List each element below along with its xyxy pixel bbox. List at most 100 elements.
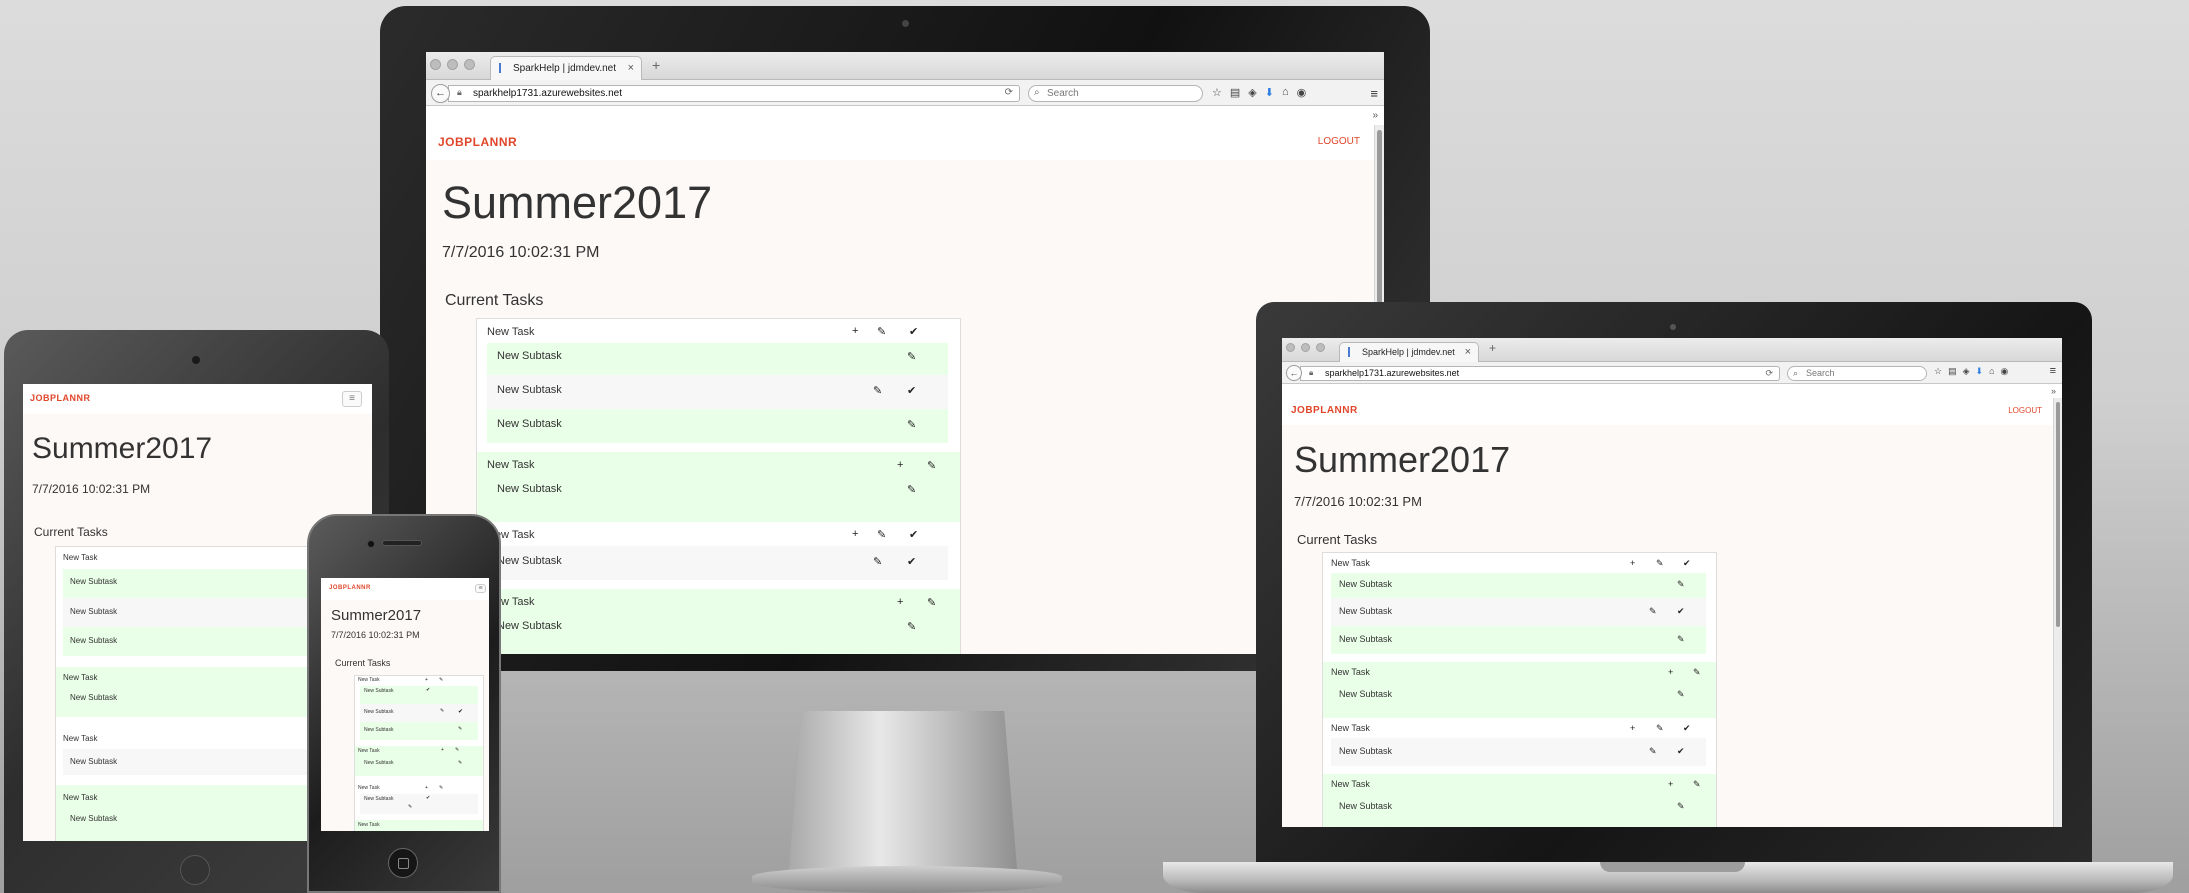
subtask-row[interactable]: New Subtask ✎ ✔ bbox=[360, 704, 478, 722]
subtask-row[interactable]: New Subtask ✎ bbox=[360, 722, 478, 740]
logout-link[interactable]: LOGOUT bbox=[2008, 406, 2042, 415]
subtask-row[interactable]: New Subtask ✎ ✔ bbox=[487, 375, 948, 409]
check-icon[interactable]: ✔ bbox=[907, 384, 916, 397]
chat-icon[interactable]: ◉ bbox=[2001, 366, 2009, 377]
edit-icon[interactable]: ✎ bbox=[873, 384, 882, 397]
task-row[interactable]: New Task + ✎ bbox=[355, 784, 483, 794]
subtask-row[interactable]: New Subtask ✎ bbox=[487, 343, 948, 375]
back-icon[interactable]: ← bbox=[431, 84, 450, 103]
check-icon[interactable]: ✔ bbox=[909, 325, 918, 338]
add-icon[interactable]: + bbox=[897, 596, 903, 608]
edit-icon[interactable]: ✎ bbox=[907, 418, 916, 431]
subtask-row[interactable]: New Subtask ✎ ✔ bbox=[487, 546, 948, 580]
check-icon[interactable]: ✔ bbox=[426, 687, 430, 693]
subtask-row[interactable]: New Subtask bbox=[63, 807, 339, 831]
brand-logo[interactable]: JOBPLANNR bbox=[30, 393, 91, 403]
hamburger-icon[interactable]: ≡ bbox=[342, 391, 362, 407]
add-icon[interactable]: + bbox=[441, 747, 444, 753]
subtask-row[interactable]: New Subtask ✎ ✔ bbox=[1331, 738, 1706, 766]
phone-home-button[interactable] bbox=[388, 848, 418, 878]
scrollbar[interactable] bbox=[2053, 398, 2062, 827]
subtask-row[interactable]: New Subtask ✔ ✎ bbox=[360, 794, 478, 814]
check-icon[interactable]: ✔ bbox=[426, 795, 430, 801]
overflow-icon[interactable]: » bbox=[2051, 386, 2056, 396]
edit-icon[interactable]: ✎ bbox=[1649, 606, 1657, 617]
star-icon[interactable]: ☆ bbox=[1934, 366, 1942, 377]
edit-icon[interactable]: ✎ bbox=[1677, 634, 1685, 645]
overflow-icon[interactable]: » bbox=[1372, 110, 1378, 121]
check-icon[interactable]: ✔ bbox=[458, 708, 463, 715]
add-icon[interactable]: + bbox=[1630, 723, 1635, 733]
tab-close-icon[interactable]: × bbox=[1465, 346, 1471, 358]
subtask-row[interactable]: New Subtask bbox=[63, 685, 339, 711]
add-icon[interactable]: + bbox=[1630, 558, 1635, 568]
task-row[interactable]: New Task + bbox=[56, 727, 339, 749]
star-icon[interactable]: ☆ bbox=[1212, 86, 1222, 99]
check-icon[interactable]: ✔ bbox=[1683, 558, 1691, 569]
brand-logo[interactable]: JOBPLANNR bbox=[329, 585, 371, 591]
home-icon[interactable]: ⌂ bbox=[1282, 86, 1289, 99]
add-icon[interactable]: + bbox=[897, 459, 903, 471]
add-icon[interactable]: + bbox=[1668, 779, 1673, 789]
edit-icon[interactable]: ✎ bbox=[877, 528, 886, 541]
brand-logo[interactable]: JOBPLANNR bbox=[1291, 405, 1358, 416]
add-icon[interactable]: + bbox=[425, 785, 428, 791]
search-input[interactable]: ⌕ Search bbox=[1028, 85, 1203, 102]
task-row[interactable]: New Task + ✎ ✔ bbox=[477, 319, 960, 343]
clipboard-icon[interactable]: ▤ bbox=[1230, 86, 1240, 99]
clipboard-icon[interactable]: ▤ bbox=[1948, 366, 1957, 377]
subtask-row[interactable]: New Subtask bbox=[63, 598, 339, 627]
add-icon[interactable]: + bbox=[852, 528, 858, 540]
task-row[interactable]: New Task + ✎ ✔ bbox=[1323, 553, 1716, 573]
edit-icon[interactable]: ✎ bbox=[455, 747, 459, 753]
reload-icon[interactable]: ⟳ bbox=[1765, 368, 1773, 379]
subtask-row[interactable]: New Subtask ✎ bbox=[1331, 626, 1706, 654]
add-icon[interactable]: + bbox=[852, 325, 858, 337]
tab-close-icon[interactable]: × bbox=[628, 62, 634, 74]
edit-icon[interactable]: ✎ bbox=[1649, 746, 1657, 757]
edit-icon[interactable]: ✎ bbox=[1693, 667, 1701, 678]
window-controls[interactable] bbox=[430, 59, 475, 70]
edit-icon[interactable]: ✎ bbox=[877, 325, 886, 338]
download-icon[interactable]: ⬇ bbox=[1976, 366, 1984, 377]
edit-icon[interactable]: ✎ bbox=[927, 459, 936, 472]
check-icon[interactable]: ✔ bbox=[1677, 746, 1685, 757]
subtask-row[interactable]: New Subtask ✎ bbox=[1331, 682, 1706, 708]
download-icon[interactable]: ⬇ bbox=[1265, 86, 1274, 99]
edit-icon[interactable]: ✎ bbox=[458, 726, 462, 732]
subtask-row[interactable]: New Subtask ✎ bbox=[487, 409, 948, 443]
subtask-row[interactable]: New Subtask ✎ ✔ bbox=[1331, 598, 1706, 626]
edit-icon[interactable]: ✎ bbox=[1693, 779, 1701, 790]
subtask-row[interactable]: New Subtask ✎ bbox=[487, 476, 948, 506]
edit-icon[interactable]: ✎ bbox=[907, 350, 916, 363]
edit-icon[interactable]: ✎ bbox=[1677, 801, 1685, 812]
edit-icon[interactable]: ✎ bbox=[458, 760, 462, 766]
new-tab-button[interactable]: + bbox=[1489, 341, 1496, 355]
edit-icon[interactable]: ✎ bbox=[907, 483, 916, 496]
task-row[interactable]: New Task + ✎ ✔ bbox=[1323, 718, 1716, 738]
new-tab-button[interactable]: + bbox=[652, 57, 660, 73]
search-input[interactable]: ⌕ Search bbox=[1787, 366, 1927, 381]
brand-logo[interactable]: JOBPLANNR bbox=[438, 135, 517, 149]
browser-tab[interactable]: SparkHelp | jdmdev.net × bbox=[490, 56, 642, 80]
edit-icon[interactable]: ✎ bbox=[439, 785, 443, 791]
edit-icon[interactable]: ✎ bbox=[907, 620, 916, 633]
url-bar[interactable]: 🔒︎ sparkhelp1731.azurewebsites.net ⟳ bbox=[1300, 366, 1780, 381]
task-row[interactable]: New Task + ✎ ✔ bbox=[477, 522, 960, 546]
subtask-row[interactable]: New Subtask ✔ bbox=[360, 686, 478, 704]
edit-icon[interactable]: ✎ bbox=[1677, 579, 1685, 590]
edit-icon[interactable]: ✎ bbox=[1656, 558, 1664, 569]
logout-link[interactable]: LOGOUT bbox=[1318, 136, 1360, 147]
edit-icon[interactable]: ✎ bbox=[440, 708, 444, 714]
edit-icon[interactable]: ✎ bbox=[1677, 689, 1685, 700]
subtask-row[interactable]: New Subtask ✎ bbox=[1331, 794, 1706, 820]
pocket-icon[interactable]: ◈ bbox=[1963, 366, 1970, 377]
browser-tab[interactable]: SparkHelp | jdmdev.net × bbox=[1339, 342, 1479, 362]
subtask-row[interactable]: New Subtask ✎ bbox=[360, 757, 478, 771]
subtask-row[interactable]: New Subtask bbox=[63, 569, 339, 598]
chat-icon[interactable]: ◉ bbox=[1297, 86, 1307, 99]
add-icon[interactable]: + bbox=[425, 677, 428, 683]
edit-icon[interactable]: ✎ bbox=[1656, 723, 1664, 734]
menu-icon[interactable]: ≡ bbox=[2050, 365, 2056, 377]
check-icon[interactable]: ✔ bbox=[1683, 723, 1691, 734]
